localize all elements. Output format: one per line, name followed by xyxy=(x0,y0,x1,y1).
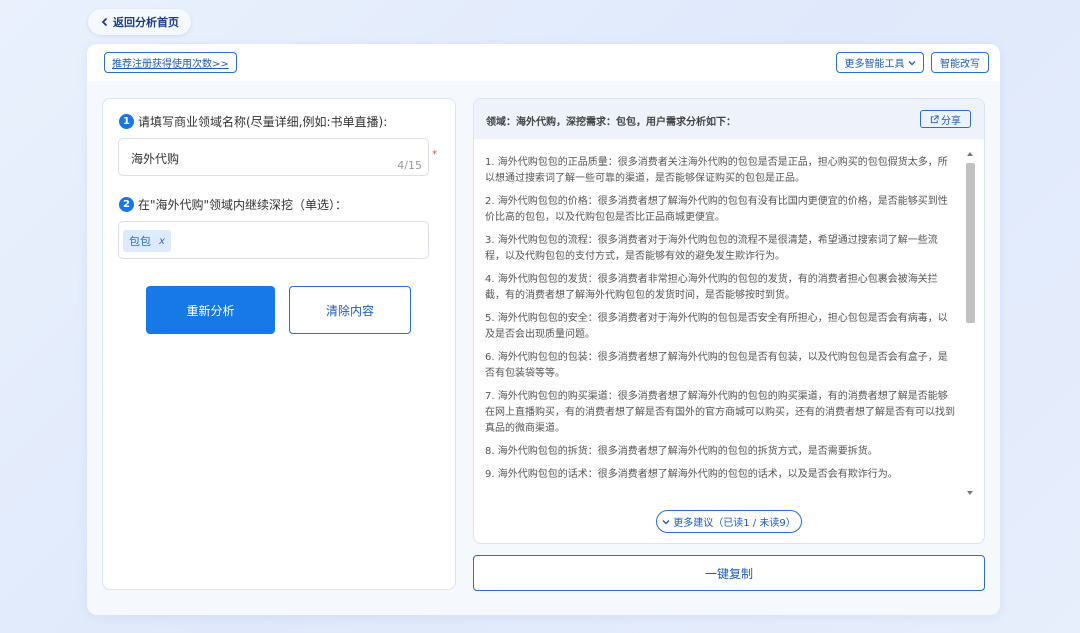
smart-rewrite-button[interactable]: 智能改写 xyxy=(931,52,989,73)
step1-number: 1 xyxy=(119,114,134,129)
list-item: 9. 海外代购包包的话术：很多消费者想了解海外代购的包包的话术，以及是否会有欺诈… xyxy=(485,469,898,480)
share-button[interactable]: 分享 xyxy=(920,110,971,128)
step1-label: 1 请填写商业领域名称(尽量详细,例如:书单直播): xyxy=(119,113,387,130)
back-to-home-button[interactable]: 返回分析首页 xyxy=(88,9,191,35)
list-item: 2. 海外代购包包的价格：很多消费者想了解海外代购的包包有没有比国内更便宜的价格… xyxy=(485,196,948,223)
selected-tag-label: 包包 xyxy=(129,235,151,248)
list-item: 7. 海外代购包包的购买渠道：很多消费者想了解海外代购的包包的购买渠道，有的消费… xyxy=(485,391,955,434)
chevron-left-icon xyxy=(101,17,108,27)
reanalyze-button[interactable]: 重新分析 xyxy=(146,286,275,334)
scroll-down-icon[interactable] xyxy=(967,491,973,495)
required-mark: * xyxy=(432,149,437,160)
input-panel: 1 请填写商业领域名称(尽量详细,例如:书单直播): 海外代购 4/15 * 2… xyxy=(102,98,456,590)
list-item: 4. 海外代购包包的发货：很多消费者非常担心海外代购的包包的发货，有的消费者担心… xyxy=(485,274,938,301)
top-toolbar: 推荐注册获得使用次数>> 更多智能工具 智能改写 xyxy=(87,44,1000,81)
more-tools-button[interactable]: 更多智能工具 xyxy=(836,52,924,73)
list-item: 6. 海外代购包包的包装：很多消费者想了解海外代购的包包是否有包装，以及代购包包… xyxy=(485,352,948,379)
copy-all-button[interactable]: 一键复制 xyxy=(473,555,985,591)
subtopic-select[interactable]: 包包 x xyxy=(118,221,429,259)
tag-remove-icon[interactable]: x xyxy=(159,236,165,247)
analysis-list: 1. 海外代购包包的正品质量：很多消费者关注海外代购的包包是否是正品，担心购买的… xyxy=(485,155,955,490)
step1-text: 请填写商业领域名称(尽量详细,例如:书单直播): xyxy=(138,115,388,129)
step2-text: 在"海外代购"领域内继续深挖（单选）： xyxy=(138,198,348,212)
scroll-thumb[interactable] xyxy=(966,163,975,323)
selected-tag: 包包 x xyxy=(123,230,171,252)
domain-input-value: 海外代购 xyxy=(131,152,180,166)
more-suggestions-button[interactable]: 更多建议（已读1 / 未读9） xyxy=(656,510,802,533)
step2-label: 2 在"海外代购"领域内继续深挖（单选）： xyxy=(119,196,347,213)
domain-input[interactable]: 海外代购 4/15 xyxy=(118,138,429,176)
back-label: 返回分析首页 xyxy=(113,16,179,29)
results-header: 领域：海外代购，深挖需求：包包，用户需求分析如下： 分享 xyxy=(474,99,984,139)
list-item: 8. 海外代购包包的拆货：很多消费者想了解海外代购的包包的拆货方式，是否需要拆货… xyxy=(485,446,878,457)
chevron-down-icon xyxy=(662,519,670,524)
chevron-down-icon xyxy=(908,60,915,65)
register-promo-link[interactable]: 推荐注册获得使用次数>> xyxy=(104,52,237,73)
share-icon xyxy=(930,114,939,123)
results-scrollbar[interactable] xyxy=(966,149,975,498)
share-label: 分享 xyxy=(941,115,961,127)
step2-number: 2 xyxy=(119,197,134,212)
main-card: 推荐注册获得使用次数>> 更多智能工具 智能改写 1 请填写商业领域名称(尽量详… xyxy=(87,44,1000,615)
more-tools-label: 更多智能工具 xyxy=(844,59,905,70)
results-title: 领域：海外代购，深挖需求：包包，用户需求分析如下： xyxy=(486,117,736,128)
list-item: 5. 海外代购包包的安全：很多消费者对于海外代购的包包是否安全有所担心，担心包包… xyxy=(485,313,948,340)
results-panel: 领域：海外代购，深挖需求：包包，用户需求分析如下： 分享 1. 海外代购包包的正… xyxy=(473,98,985,544)
clear-content-button[interactable]: 清除内容 xyxy=(289,286,411,334)
list-item: 3. 海外代购包包的流程：很多消费者对于海外代购包包的流程不是很清楚，希望通过搜… xyxy=(485,235,938,262)
more-suggestions-label: 更多建议（已读1 / 未读9） xyxy=(673,518,796,529)
char-counter: 4/15 xyxy=(397,159,422,172)
scroll-up-icon[interactable] xyxy=(967,152,973,156)
list-item: 1. 海外代购包包的正品质量：很多消费者关注海外代购的包包是否是正品，担心购买的… xyxy=(485,157,948,184)
